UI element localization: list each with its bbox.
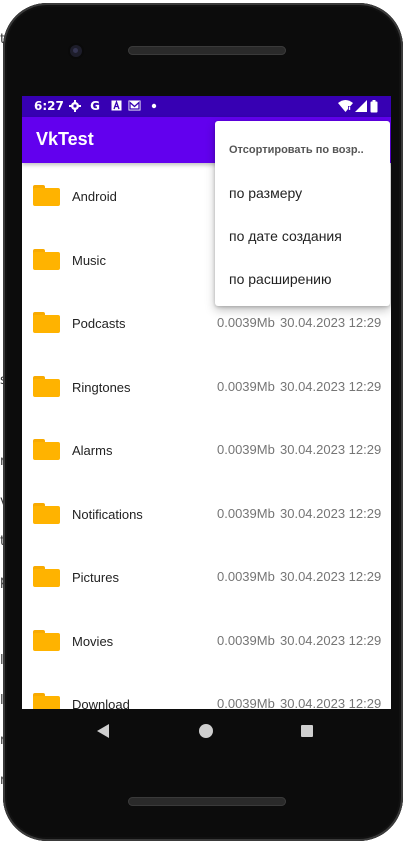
file-date: 30.04.2023 12:29	[280, 315, 382, 330]
device-screen: 6:27 G VkTest Android Music Podcasts 0.0…	[22, 96, 391, 709]
recents-icon[interactable]	[301, 725, 313, 737]
folder-icon	[33, 249, 60, 270]
folder-icon	[33, 376, 60, 397]
sort-menu-header[interactable]: Отсортировать по возр..	[229, 144, 364, 156]
file-date: 30.04.2023 12:29	[280, 696, 382, 709]
gear-icon	[69, 100, 81, 112]
signal-icon	[355, 100, 367, 112]
file-row-pictures[interactable]: Pictures 0.0039Mb 30.04.2023 12:29	[22, 544, 391, 607]
folder-icon	[33, 630, 60, 651]
home-icon[interactable]	[199, 724, 213, 738]
status-bar: 6:27 G	[22, 96, 391, 117]
sort-by-date-item[interactable]: по дате создания	[229, 228, 342, 244]
file-row-alarms[interactable]: Alarms 0.0039Mb 30.04.2023 12:29	[22, 417, 391, 480]
file-row-notifications[interactable]: Notifications 0.0039Mb 30.04.2023 12:29	[22, 481, 391, 544]
navigation-bar	[22, 709, 391, 753]
file-name: Notifications	[72, 507, 143, 522]
folder-icon	[33, 185, 60, 206]
front-camera	[70, 45, 82, 57]
battery-icon	[370, 100, 378, 113]
file-name: Download	[72, 697, 130, 709]
file-name: Android	[72, 189, 117, 204]
file-size: 0.0039Mb	[217, 442, 275, 457]
file-size: 0.0039Mb	[217, 633, 275, 648]
file-date: 30.04.2023 12:29	[280, 506, 382, 521]
file-name: Ringtones	[72, 380, 131, 395]
file-size: 0.0039Mb	[217, 506, 275, 521]
gmail-icon	[128, 100, 141, 112]
status-time: 6:27	[34, 99, 64, 113]
file-name: Music	[72, 253, 106, 268]
folder-icon	[33, 503, 60, 524]
file-name: Podcasts	[72, 316, 126, 331]
file-row-download[interactable]: Download 0.0039Mb 30.04.2023 12:29	[22, 671, 391, 709]
app-title: VkTest	[36, 129, 94, 149]
google-icon: G	[90, 99, 100, 113]
sort-menu: Отсортировать по возр.. по размеру по да…	[215, 121, 390, 306]
back-icon[interactable]	[97, 724, 109, 738]
bottom-speaker	[128, 797, 286, 806]
sort-by-extension-item[interactable]: по расширению	[229, 271, 332, 287]
a-box-icon	[110, 100, 122, 112]
file-name: Movies	[72, 634, 114, 649]
file-size: 0.0039Mb	[217, 379, 275, 394]
file-date: 30.04.2023 12:29	[280, 442, 382, 457]
folder-icon	[33, 693, 60, 709]
folder-icon	[33, 312, 60, 333]
file-size: 0.0039Mb	[217, 569, 275, 584]
wifi-icon	[337, 100, 353, 112]
folder-icon	[33, 566, 60, 587]
file-name: Pictures	[72, 570, 119, 585]
file-row-movies[interactable]: Movies 0.0039Mb 30.04.2023 12:29	[22, 608, 391, 671]
file-row-ringtones[interactable]: Ringtones 0.0039Mb 30.04.2023 12:29	[22, 354, 391, 417]
file-name: Alarms	[72, 443, 113, 458]
file-size: 0.0039Mb	[217, 696, 275, 709]
folder-icon	[33, 439, 60, 460]
sort-by-size-item[interactable]: по размеру	[229, 185, 302, 201]
dot-icon	[148, 100, 160, 112]
file-date: 30.04.2023 12:29	[280, 379, 382, 394]
file-date: 30.04.2023 12:29	[280, 569, 382, 584]
earpiece-speaker	[128, 46, 286, 55]
file-date: 30.04.2023 12:29	[280, 633, 382, 648]
file-size: 0.0039Mb	[217, 315, 275, 330]
